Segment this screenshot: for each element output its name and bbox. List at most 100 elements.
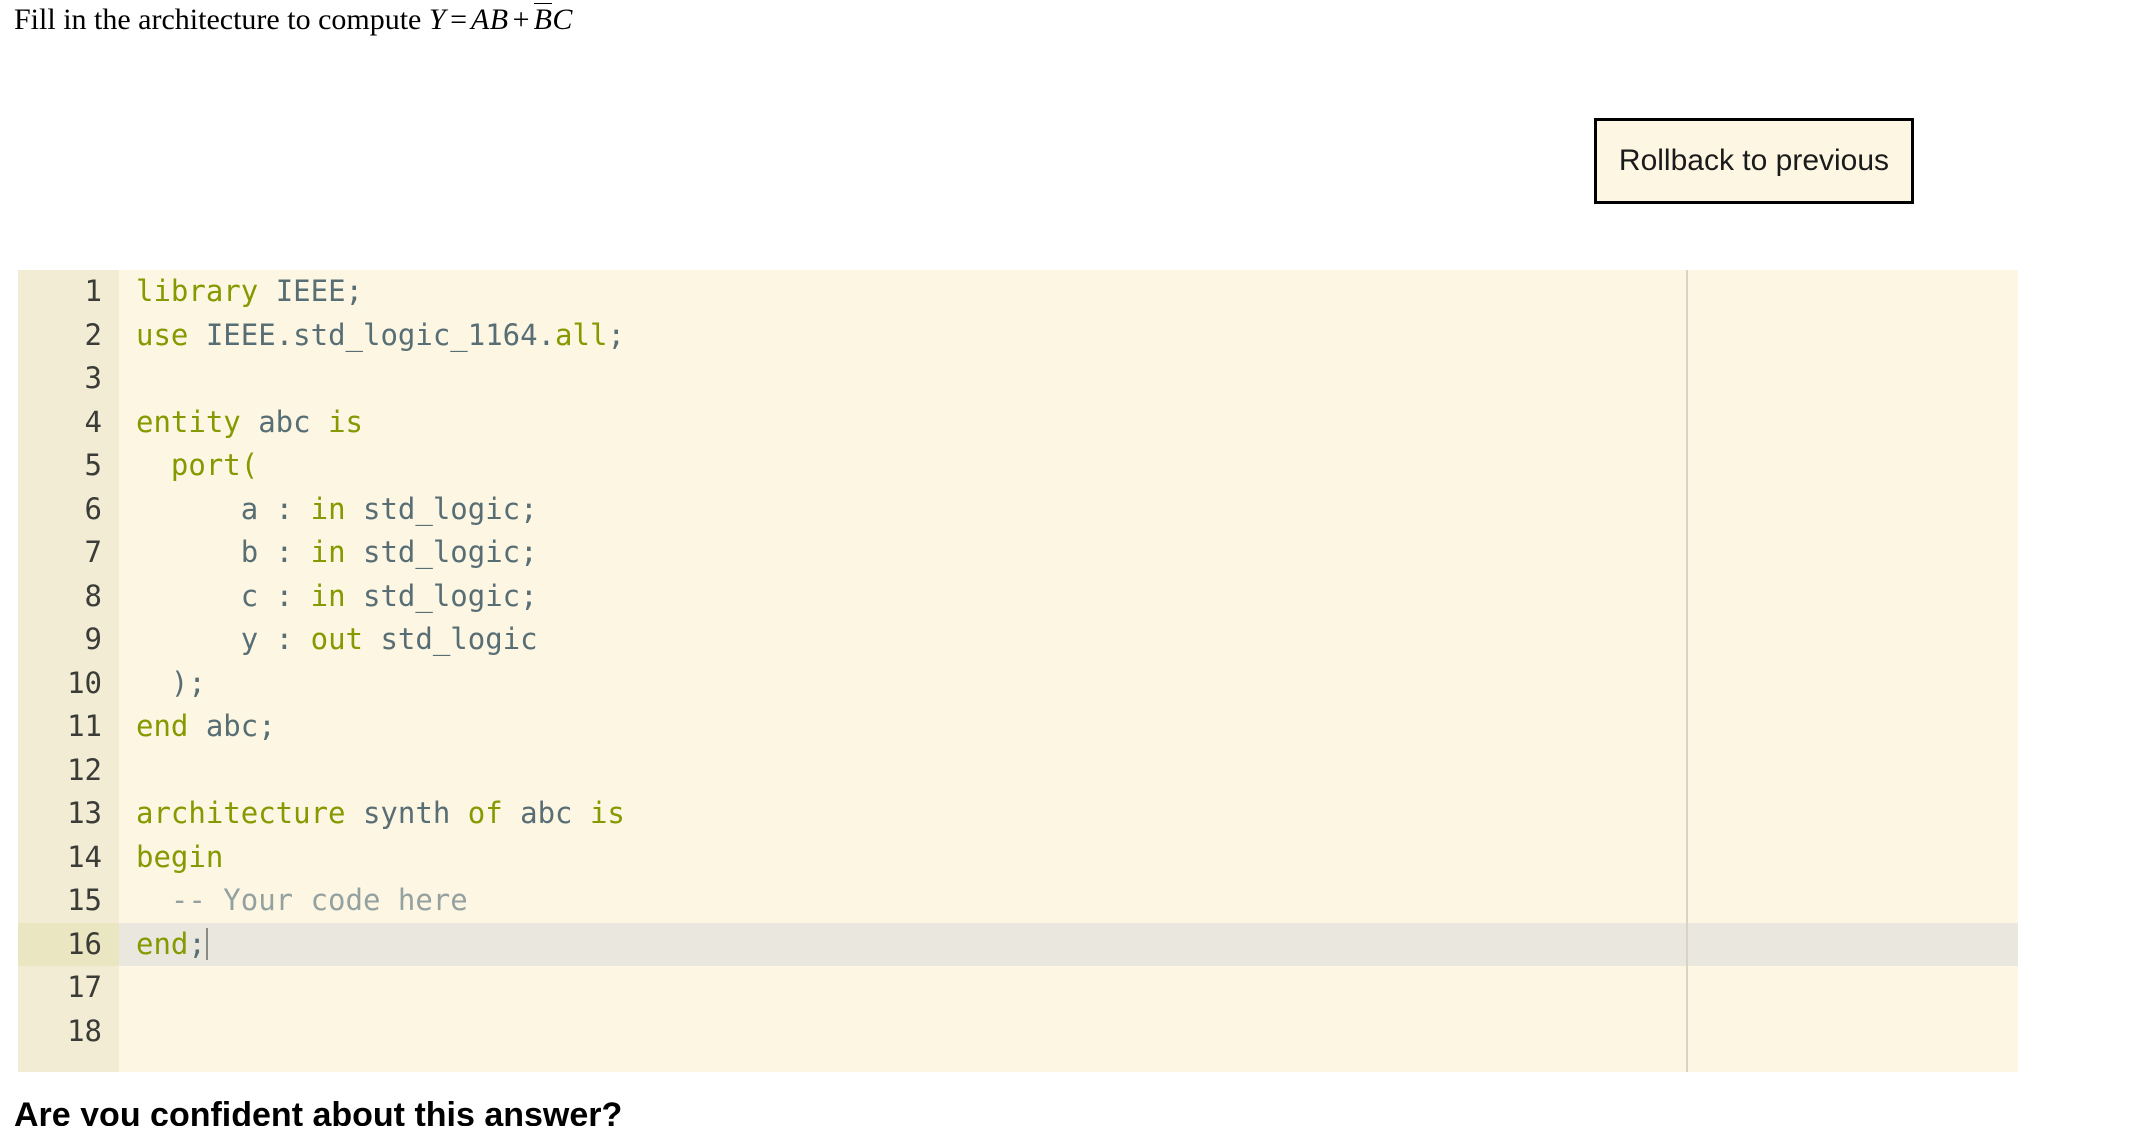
code-line[interactable]: 18 [18, 1010, 2018, 1054]
vhdl-code-editor[interactable]: 1 library IEEE; 2 use IEEE.std_logic_1164.a… [18, 270, 2018, 1072]
code-line[interactable]: 17 [18, 966, 2018, 1010]
line-number: 7 [84, 535, 102, 569]
code-token-kw: begin [136, 839, 224, 874]
code-line-source[interactable]: use IEEE.std_logic_1164.all; [119, 314, 2018, 358]
confidence-question-text: Are you confident about this answer? [14, 1100, 623, 1126]
code-token-kw: is [589, 796, 625, 830]
code-token-pun: ; [607, 317, 625, 352]
code-token-id: ); [136, 665, 206, 700]
code-token-kw: in [310, 491, 346, 526]
code-line-source[interactable]: end abc; [119, 705, 2018, 749]
code-line[interactable]: 7 b : in std_logic; [18, 531, 2018, 575]
code-token-pun: ; [345, 274, 363, 308]
code-lines-container[interactable]: 1 library IEEE; 2 use IEEE.std_logic_1164.a… [18, 270, 2018, 1053]
math-plus: + [512, 3, 530, 36]
rollback-to-previous-button[interactable]: Rollback to previous [1594, 118, 1914, 204]
math-equals: = [450, 3, 467, 36]
code-token-id: IEEE [275, 274, 346, 308]
code-token-id: abc; [188, 709, 276, 743]
code-line-source[interactable]: c : in std_logic; [119, 575, 2018, 619]
line-number: 4 [84, 404, 102, 439]
code-token-kw: out [310, 622, 363, 656]
code-line[interactable]: 3 [18, 357, 2018, 401]
line-number: 16 [18, 922, 119, 966]
code-token-id: abc [502, 796, 590, 830]
code-line-source[interactable]: y : out std_logic [119, 618, 2018, 662]
code-line[interactable]: 16 end; [18, 922, 2018, 966]
bottom-question-clip: Are you confident about this answer? [0, 1100, 2150, 1126]
code-token-kw: in [310, 535, 346, 569]
line-number: 13 [67, 796, 102, 830]
code-line[interactable]: 8 c : in std_logic; [18, 575, 2018, 619]
code-token-id: std_logic; [345, 535, 538, 569]
math-term2-rest: C [552, 3, 573, 36]
line-number: 2 [84, 317, 102, 352]
code-token-pun: ; [188, 926, 206, 961]
line-number: 6 [84, 491, 102, 526]
code-line-source[interactable]: port( [119, 444, 2018, 488]
line-number: 11 [67, 709, 102, 743]
line-number: 1 [84, 274, 102, 308]
code-line-source[interactable]: end; [119, 922, 2018, 966]
print-margin-ruler [1686, 270, 1688, 1072]
text-cursor [205, 927, 208, 960]
code-token-id: std_logic [363, 622, 538, 656]
code-token-id: std_logic; [345, 578, 538, 613]
code-token-id: synth [345, 796, 468, 830]
code-line-source[interactable]: b : in std_logic; [119, 531, 2018, 575]
line-number: 14 [67, 839, 102, 874]
code-line-source[interactable]: architecture synth of abc is [119, 792, 2018, 836]
code-line[interactable]: 4 entity abc is [18, 401, 2018, 445]
code-line[interactable]: 2 use IEEE.std_logic_1164.all; [18, 314, 2018, 358]
code-token-kw: in [310, 578, 346, 613]
line-number: 3 [84, 361, 102, 395]
code-line-source[interactable]: ); [119, 662, 2018, 706]
code-token-kw: end [136, 926, 189, 961]
code-line-source[interactable]: -- Your code here [119, 879, 2018, 923]
line-number: 17 [67, 970, 102, 1004]
code-token-id: a : [136, 491, 311, 526]
math-lhs: Y [428, 3, 447, 36]
line-number: 10 [67, 665, 102, 700]
code-line-source[interactable] [119, 966, 2018, 1010]
code-line[interactable]: 9 y : out std_logic [18, 618, 2018, 662]
code-token-kw: port( [170, 448, 259, 482]
code-line[interactable]: 1 library IEEE; [18, 270, 2018, 314]
code-line[interactable]: 15 -- Your code here [18, 879, 2018, 923]
code-token-pun [258, 274, 275, 308]
math-term1: AB [470, 3, 509, 36]
code-token-id: abc [240, 404, 329, 439]
code-token-cmt: -- Your code here [136, 883, 468, 917]
code-token-kw: library [136, 274, 259, 308]
code-line-source[interactable]: entity abc is [119, 401, 2018, 445]
code-token-kw: entity [136, 404, 241, 439]
code-token-id: IEEE.std_logic_1164. [188, 317, 556, 352]
code-line[interactable]: 14 begin [18, 836, 2018, 880]
code-line-source[interactable]: a : in std_logic; [119, 488, 2018, 532]
code-token-id: y : [136, 622, 311, 656]
line-number: 18 [67, 1013, 102, 1048]
code-line-source[interactable] [119, 749, 2018, 793]
math-term2-overlined: B [533, 3, 553, 36]
code-line[interactable]: 10 ); [18, 662, 2018, 706]
line-number: 5 [84, 448, 102, 482]
code-token-id: b : [136, 535, 311, 569]
code-token-kw: of [467, 796, 503, 830]
code-token-kw: use [136, 317, 189, 352]
code-token-id: std_logic; [345, 491, 538, 526]
code-line[interactable]: 13 architecture synth of abc is [18, 792, 2018, 836]
code-line-source[interactable]: begin [119, 836, 2018, 880]
code-line[interactable]: 12 [18, 749, 2018, 793]
code-line[interactable]: 5 port( [18, 444, 2018, 488]
line-number: 12 [67, 752, 102, 787]
prompt-lead-text: Fill in the architecture to compute [14, 3, 429, 36]
code-line[interactable]: 6 a : in std_logic; [18, 488, 2018, 532]
line-number: 15 [67, 883, 102, 917]
code-token-pun [136, 448, 171, 482]
code-line[interactable]: 11 end abc; [18, 705, 2018, 749]
code-token-kw: architecture [136, 796, 346, 830]
code-line-source[interactable]: library IEEE; [119, 270, 2018, 314]
code-line-source[interactable] [119, 357, 2018, 401]
code-token-kw: end [136, 709, 189, 743]
code-line-source[interactable] [119, 1010, 2018, 1054]
